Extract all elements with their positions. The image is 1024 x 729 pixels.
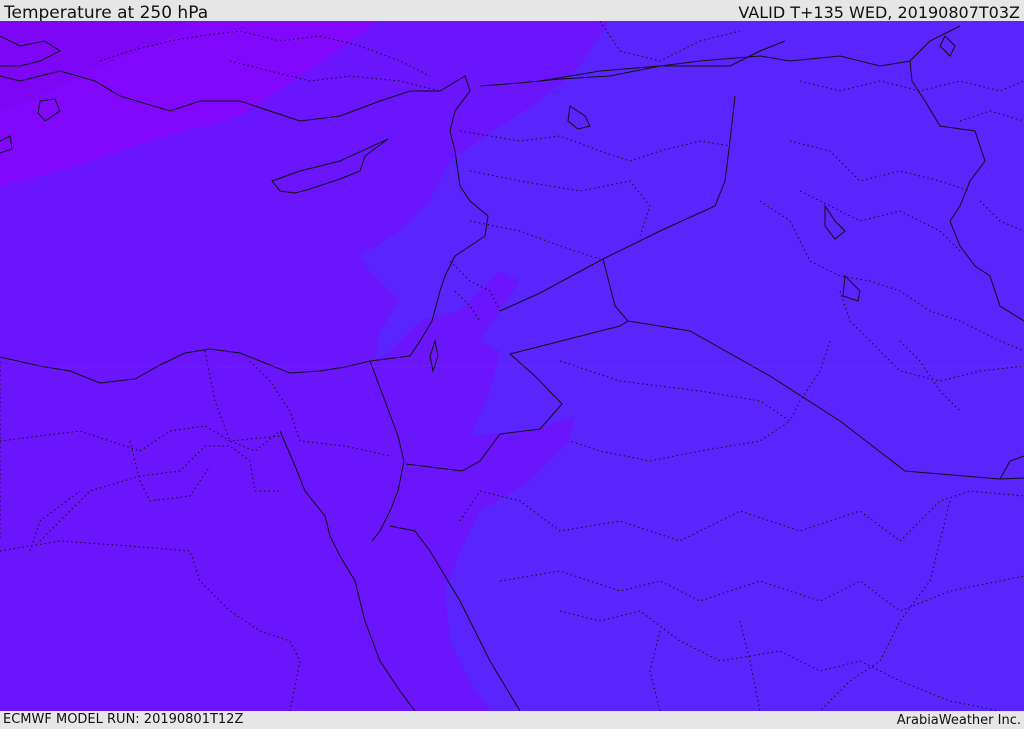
valid-time: VALID T+135 WED, 20190807T03Z [738,3,1020,22]
footer-bar: ECMWF MODEL RUN: 20190801T12Z ArabiaWeat… [0,711,1024,729]
header-bar: Temperature at 250 hPa VALID T+135 WED, … [0,0,1024,23]
temperature-map[interactable] [0,21,1024,711]
map-title: Temperature at 250 hPa [4,3,209,23]
credit: ArabiaWeather Inc. [896,713,1021,728]
map-canvas [0,21,1024,711]
model-run: ECMWF MODEL RUN: 20190801T12Z [3,712,244,727]
